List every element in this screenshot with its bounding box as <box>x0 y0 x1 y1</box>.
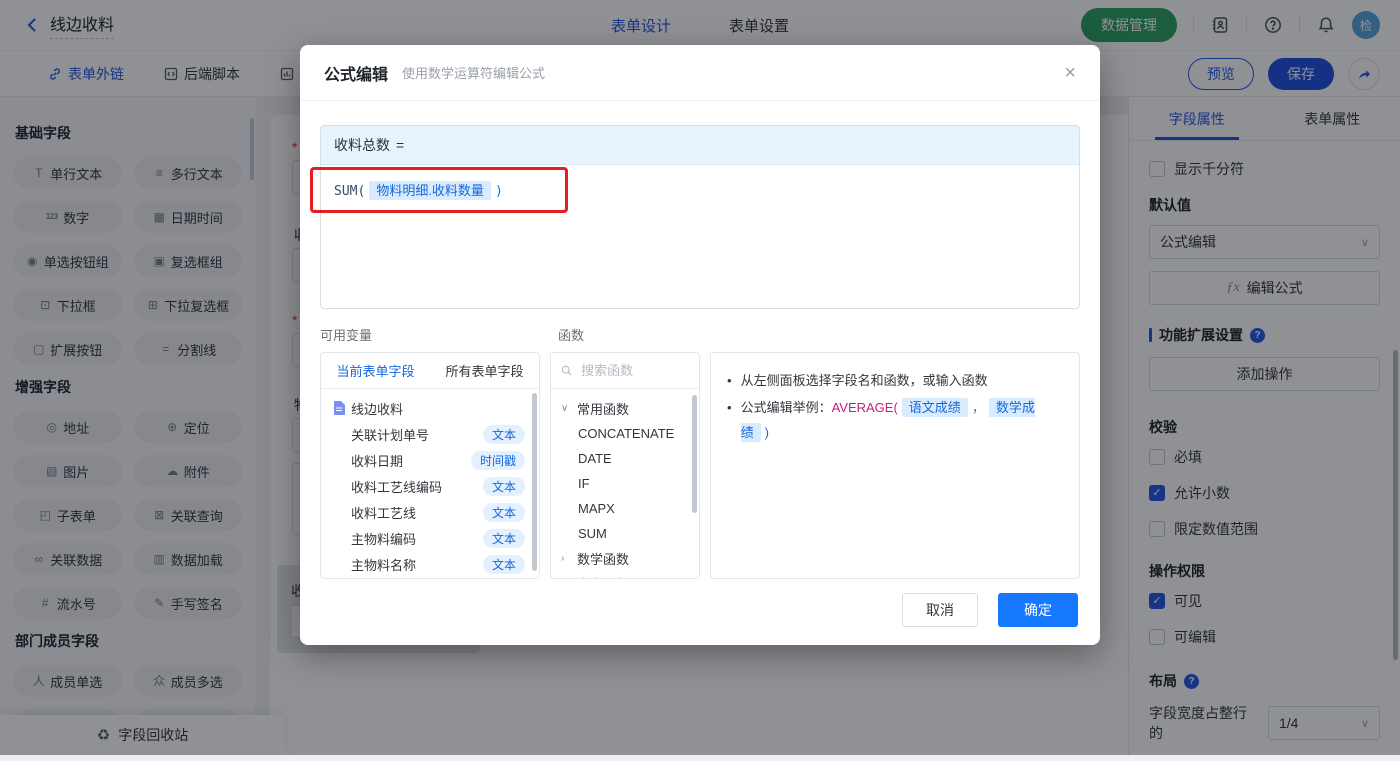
variables-panel: 当前表单字段 所有表单字段 线边收料 关联计划单号文本 收料日期时间戳 收料工艺… <box>320 352 540 579</box>
function-search-input[interactable] <box>579 362 689 379</box>
field-type-badge: 文本 <box>483 555 525 574</box>
field-type-badge: 文本 <box>483 529 525 548</box>
caret-expanded-icon: ∨ <box>561 403 571 414</box>
cancel-button[interactable]: 取消 <box>902 593 978 627</box>
function-item[interactable]: IF <box>551 471 699 496</box>
function-group-math[interactable]: ›数学函数 <box>551 546 699 571</box>
confirm-button[interactable]: 确定 <box>998 593 1078 627</box>
function-group-text[interactable]: ›文本函数 <box>551 571 699 579</box>
modal-title: 公式编辑 <box>324 61 388 85</box>
bullet-icon: • <box>727 395 732 445</box>
tab-current-form-fields[interactable]: 当前表单字段 <box>321 353 430 388</box>
formula-expression[interactable]: SUM( 物料明细.收料数量) <box>321 165 1079 214</box>
search-icon <box>561 364 572 377</box>
variable-item[interactable]: 收料工艺线文本 <box>321 499 539 525</box>
modal-subtitle: 使用数学运算符编辑公式 <box>402 63 545 82</box>
bullet-icon: • <box>727 368 732 393</box>
formula-function-close: ) <box>495 184 503 199</box>
caret-collapsed-icon: › <box>561 578 571 579</box>
variables-label: 可用变量 <box>320 325 540 344</box>
example-function-name: AVERAGE( <box>832 400 898 415</box>
app-window: 线边收料 表单设计 表单设置 数据管理 <box>0 0 1400 755</box>
formula-help-panel: •从左侧面板选择字段名和函数，或输入函数 • 公式编辑举例：AVERAGE(语文… <box>710 352 1080 579</box>
formula-editor[interactable]: 收料总数 = SUM( 物料明细.收料数量) <box>320 125 1080 309</box>
function-item[interactable]: MAPX <box>551 496 699 521</box>
formula-argument-chip[interactable]: 物料明细.收料数量 <box>369 181 491 200</box>
variable-item[interactable]: 主物料名称文本 <box>321 551 539 577</box>
formula-editor-modal: 公式编辑 使用数学运算符编辑公式 × 收料总数 = SUM( 物料明细.收料数量)… <box>300 45 1100 645</box>
form-doc-icon <box>333 401 345 415</box>
help-tip-2: 公式编辑举例：AVERAGE(语文成绩，数学成绩) <box>741 395 1063 445</box>
equals-sign: = <box>396 137 404 153</box>
field-type-badge: 时间戳 <box>471 451 525 470</box>
help-tip-1: 从左侧面板选择字段名和函数，或输入函数 <box>741 368 988 393</box>
functions-label: 函数 <box>558 325 584 344</box>
variable-tree-root[interactable]: 线边收料 <box>321 395 539 421</box>
formula-target-field: 收料总数 <box>334 135 390 155</box>
functions-panel: ∨常用函数 CONCATENATE DATE IF MAPX SUM ›数学函数… <box>550 352 700 579</box>
function-group-common[interactable]: ∨常用函数 <box>551 396 699 421</box>
caret-collapsed-icon: › <box>561 553 571 564</box>
variable-item[interactable]: 收料工艺线编码文本 <box>321 473 539 499</box>
field-type-badge: 文本 <box>483 477 525 496</box>
example-chip: 语文成绩 <box>902 398 968 417</box>
variable-item[interactable]: 主物料编码文本 <box>321 525 539 551</box>
field-type-badge: 文本 <box>483 503 525 522</box>
variable-item[interactable]: 收料日期时间戳 <box>321 447 539 473</box>
formula-function-open: SUM( <box>334 184 365 199</box>
variables-scrollbar[interactable] <box>532 393 537 571</box>
variable-item[interactable]: 关联计划单号文本 <box>321 421 539 447</box>
function-item[interactable]: DATE <box>551 446 699 471</box>
function-item[interactable]: CONCATENATE <box>551 421 699 446</box>
close-icon[interactable]: × <box>1064 63 1076 83</box>
field-type-badge: 文本 <box>483 425 525 444</box>
tab-all-form-fields[interactable]: 所有表单字段 <box>430 353 539 388</box>
function-item[interactable]: SUM <box>551 521 699 546</box>
functions-scrollbar[interactable] <box>692 395 697 513</box>
